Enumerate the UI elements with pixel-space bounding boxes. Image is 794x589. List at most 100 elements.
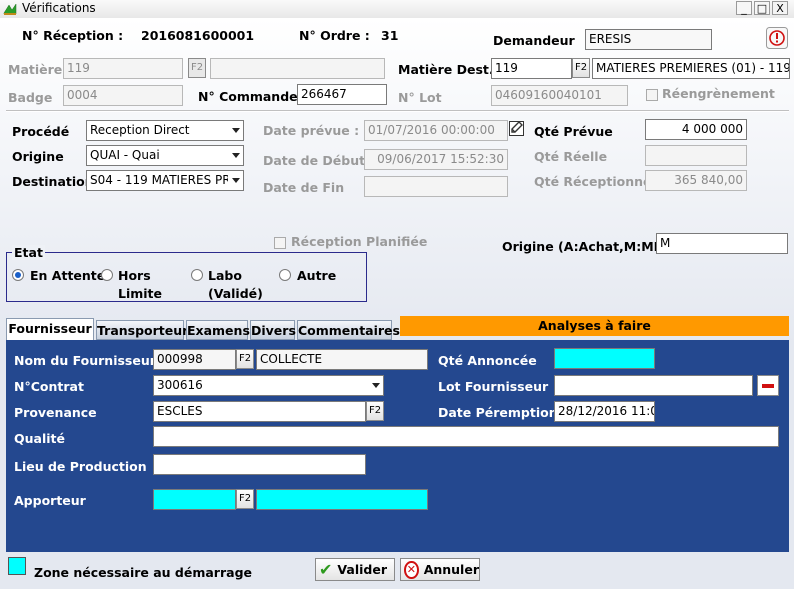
lieu-production-label: Lieu de Production: [14, 459, 147, 474]
apporteur-label: Apporteur: [14, 493, 86, 508]
reception-label: N° Réception :: [22, 28, 124, 43]
etat-legend: Etat: [12, 245, 45, 260]
valider-button[interactable]: ✔ Valider: [315, 558, 395, 581]
matiere-dest-f2-button[interactable]: F2: [572, 58, 590, 78]
fournisseur-f2-button[interactable]: F2: [236, 349, 254, 369]
procede-select[interactable]: Reception Direct: [86, 120, 244, 141]
lot-fournisseur-field[interactable]: [554, 375, 753, 396]
remove-lot-button[interactable]: [757, 375, 779, 396]
title-bar: Vérifications _ □ X: [0, 0, 794, 19]
origine-achat-field[interactable]: M: [656, 233, 788, 254]
annuler-label: Annuler: [423, 562, 479, 577]
demandeur-label: Demandeur: [493, 33, 575, 48]
valider-label: Valider: [337, 562, 387, 577]
minimize-button[interactable]: _: [736, 1, 752, 15]
nom-fournisseur-label: Nom du Fournisseur: [14, 353, 156, 368]
reengrenement-checkbox[interactable]: [646, 89, 658, 101]
date-peremption-label: Date Péremption: [438, 405, 558, 420]
radio-en-attente-label: En Attente: [30, 268, 106, 283]
tab-examens[interactable]: Examens: [186, 320, 250, 340]
date-fin-label: Date de Fin: [263, 180, 345, 195]
tab-commentaires[interactable]: Commentaires: [297, 320, 400, 340]
separator: [6, 110, 789, 112]
origine-achat-label: Origine (A:Achat,M:MP): [502, 239, 669, 254]
info-icon[interactable]: [766, 27, 788, 49]
apporteur-name-field[interactable]: [256, 489, 428, 510]
qte-receptionnee-field: 365 840,00: [645, 170, 747, 191]
reception-planifiee-label: Réception Planifiée: [291, 234, 428, 249]
date-peremption-field[interactable]: 28/12/2016 11:0: [554, 401, 655, 422]
annuler-button[interactable]: ✕ Annuler: [400, 558, 480, 581]
destination-value: S04 - 119 MATIERES PRE: [90, 173, 239, 187]
procede-value: Reception Direct: [90, 123, 190, 137]
window-title: Vérifications: [22, 1, 96, 15]
provenance-label: Provenance: [14, 405, 97, 420]
lot-fournisseur-label: Lot Fournisseur: [438, 379, 549, 394]
origine-label: Origine: [12, 149, 64, 164]
qualite-field[interactable]: [153, 426, 779, 447]
radio-en-attente[interactable]: [12, 269, 24, 281]
demandeur-field[interactable]: ERESIS: [585, 29, 712, 50]
apporteur-f2-button[interactable]: F2: [236, 489, 254, 509]
radio-limite-label: Limite: [118, 286, 163, 301]
date-prevue-label: Date prévue :: [263, 123, 360, 138]
matiere-dest-name-field[interactable]: MATIERES PREMIERES (01) - 119: [592, 58, 790, 79]
provenance-field[interactable]: ESCLES: [153, 401, 366, 422]
origine-select[interactable]: QUAI - Quai: [86, 145, 244, 166]
minus-icon: [762, 384, 774, 388]
date-debut-label: Date de Début: [263, 153, 366, 168]
radio-valide-label: (Validé): [208, 286, 263, 301]
radio-autre-label: Autre: [297, 268, 337, 283]
lot-field: 04609160040101: [491, 85, 628, 106]
qte-receptionnee-label: Qté Réceptionnée: [534, 174, 660, 189]
chevron-down-icon[interactable]: [228, 121, 243, 140]
calendar-edit-icon[interactable]: [508, 119, 526, 137]
reception-planifiee-checkbox[interactable]: [274, 237, 286, 249]
qte-prevue-field[interactable]: 4 000 000: [645, 119, 747, 140]
lieu-production-field[interactable]: [153, 454, 366, 475]
maximize-button[interactable]: □: [754, 1, 770, 15]
analyses-a-faire-banner[interactable]: Analyses à faire: [400, 316, 789, 336]
date-fin-field: [364, 176, 508, 197]
matiere-f2-button: F2: [188, 58, 206, 78]
required-zone-swatch: [8, 557, 26, 575]
provenance-f2-button[interactable]: F2: [366, 401, 384, 421]
tab-fournisseur[interactable]: Fournisseur: [6, 318, 94, 340]
contrat-label: N°Contrat: [14, 379, 84, 394]
chevron-down-icon[interactable]: [228, 171, 243, 190]
chevron-down-icon[interactable]: [368, 376, 383, 395]
radio-hors-label: Hors: [118, 268, 151, 283]
destination-select[interactable]: S04 - 119 MATIERES PRE: [86, 170, 244, 191]
chevron-down-icon[interactable]: [228, 146, 243, 165]
close-button[interactable]: X: [772, 1, 788, 15]
apporteur-code-field[interactable]: [153, 489, 236, 510]
destination-label: Destination: [12, 174, 94, 189]
app-icon: [3, 3, 17, 15]
tab-divers[interactable]: Divers: [250, 320, 296, 340]
tab-transporteur[interactable]: Transporteur: [96, 320, 188, 340]
contrat-select[interactable]: 300616: [153, 375, 384, 396]
qualite-label: Qualité: [14, 431, 65, 446]
radio-hors-limite[interactable]: [101, 269, 113, 281]
radio-labo-label: Labo: [208, 268, 242, 283]
procede-label: Procédé: [12, 124, 70, 139]
matiere-name-field: [210, 58, 385, 79]
qte-prevue-label: Qté Prévue: [534, 124, 613, 139]
fournisseur-name-field[interactable]: COLLECTE: [256, 349, 428, 370]
contrat-value: 300616: [157, 378, 203, 392]
badge-label: Badge: [8, 90, 53, 105]
matiere-label: Matière: [8, 62, 63, 77]
origine-value: QUAI - Quai: [90, 148, 160, 162]
reception-number: 2016081600001: [141, 28, 255, 43]
qte-annoncee-field[interactable]: [554, 348, 655, 369]
cancel-icon: ✕: [404, 560, 419, 579]
matiere-dest-code-field[interactable]: 119: [491, 58, 572, 79]
radio-autre[interactable]: [279, 269, 291, 281]
radio-labo-valide[interactable]: [191, 269, 203, 281]
matiere-dest-label: Matière Dest.: [398, 62, 494, 77]
ordre-number: 31: [381, 28, 399, 43]
date-debut-field: 09/06/2017 15:52:30: [364, 149, 508, 170]
fournisseur-code-field[interactable]: 000998: [153, 349, 236, 370]
commande-field[interactable]: 266467: [297, 84, 387, 105]
lot-label: N° Lot: [398, 90, 442, 105]
